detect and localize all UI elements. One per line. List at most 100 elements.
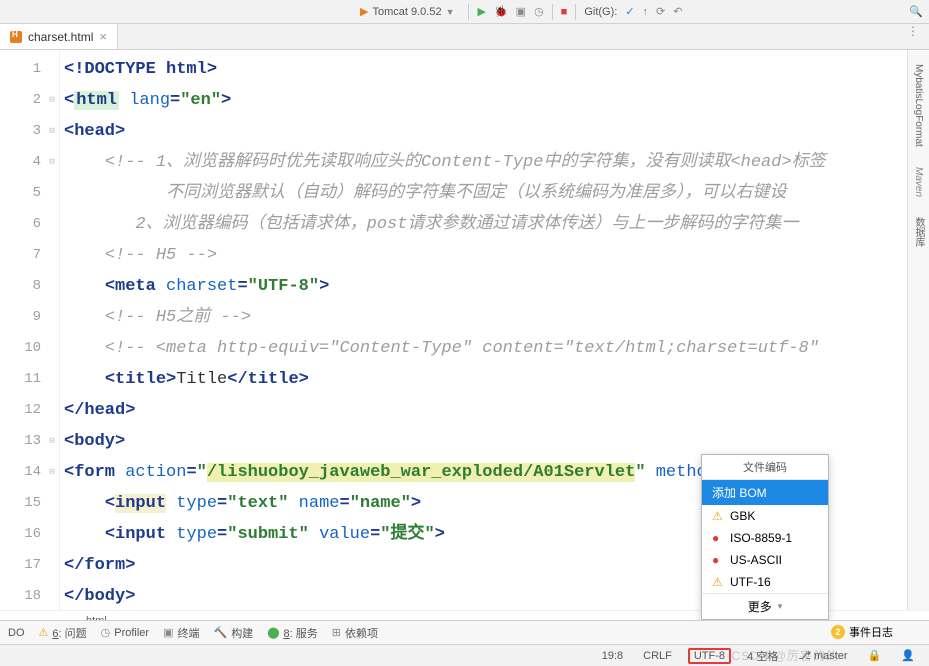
warning-icon: ⚠	[712, 575, 724, 589]
memory-icon[interactable]: 👤	[897, 649, 919, 662]
sidebar-item-maven[interactable]: Maven	[913, 161, 924, 203]
event-log-button[interactable]: 2 事件日志	[831, 624, 893, 640]
line-number: 4	[0, 147, 41, 178]
right-tool-sidebar: MybatisLogFormat Maven 数据库	[907, 50, 929, 610]
line-number: 6	[0, 209, 41, 240]
code-line: <input type="submit" value="提交">	[105, 525, 445, 544]
git-label: Git(G):	[584, 6, 617, 18]
sidebar-item-database[interactable]: 数据库	[911, 211, 926, 253]
code-line: <!-- H5之前 -->	[105, 308, 251, 327]
code-line: <!-- H5 -->	[105, 246, 217, 265]
git-rollback-icon[interactable]: ↶	[673, 5, 682, 18]
close-tab-icon[interactable]: ×	[99, 29, 107, 44]
code-line: <head>	[64, 122, 125, 141]
main-toolbar: ▶ Tomcat 9.0.52 ▼ ▶ 🐞 ▣ ◷ ■ Git(G): ✓ ↑ …	[0, 0, 929, 24]
popup-header: 文件编码	[702, 455, 828, 480]
popup-item-utf16[interactable]: ⚠ UTF-16	[702, 571, 828, 593]
profile-icon[interactable]: ◷	[534, 5, 544, 18]
warning-icon: ⚠	[712, 509, 724, 523]
file-encoding[interactable]: UTF-8	[688, 648, 731, 664]
server-dropdown[interactable]: ▶ Tomcat 9.0.52 ▼	[354, 5, 460, 18]
code-line: <form action="/lishuoboy_javaweb_war_exp…	[64, 463, 799, 482]
popup-item-ascii[interactable]: ● US-ASCII	[702, 549, 828, 571]
profiler-button[interactable]: ◷Profiler	[101, 626, 149, 639]
tab-menu-icon[interactable]: ⋮	[897, 24, 929, 49]
tab-charset-html[interactable]: charset.html ×	[0, 24, 118, 49]
code-line: <body>	[64, 432, 125, 451]
fold-toggle-icon[interactable]: ⊟	[47, 85, 57, 116]
line-gutter: 1 2 3 4 5 6 7 8 9 10 11 12 13 14 15 16 1…	[0, 50, 60, 610]
git-update-icon[interactable]: ✓	[625, 5, 634, 18]
debug-icon[interactable]: 🐞	[494, 5, 508, 18]
line-number: 3	[0, 116, 41, 147]
code-line: <!DOCTYPE html>	[64, 60, 217, 79]
code-line: </form>	[64, 556, 135, 575]
toolbar-separator	[575, 4, 576, 20]
indent-setting[interactable]: 4 空格	[743, 648, 782, 664]
line-number: 16	[0, 519, 41, 550]
editor-tabs: charset.html × ⋮	[0, 24, 929, 50]
popup-item-more[interactable]: 更多 ▾	[702, 593, 828, 619]
popup-item-iso[interactable]: ● ISO-8859-1	[702, 527, 828, 549]
tool-window-bar: DO ⚠ 6: 问题 ◷Profiler ▣终端 🔨构建 ⬤ 8: 服务 ⊞依赖…	[0, 620, 929, 644]
line-number: 11	[0, 364, 41, 395]
run-icon[interactable]: ▶	[477, 5, 485, 18]
stop-icon[interactable]: ■	[561, 6, 568, 18]
line-number: 18	[0, 581, 41, 612]
lock-icon[interactable]: 🔒	[864, 649, 886, 662]
line-number: 15	[0, 488, 41, 519]
popup-item-add-bom[interactable]: 添加 BOM	[702, 480, 828, 505]
code-line: <meta charset="UTF-8">	[105, 277, 329, 296]
line-number: 17	[0, 550, 41, 581]
server-label: Tomcat 9.0.52	[372, 6, 441, 18]
line-number: 7	[0, 240, 41, 271]
html-file-icon	[10, 31, 22, 43]
code-line: </body>	[64, 587, 135, 606]
todo-button[interactable]: DO	[8, 627, 25, 639]
fold-toggle-icon[interactable]: ⊟	[47, 116, 57, 147]
sidebar-item-mybatis[interactable]: MybatisLogFormat	[913, 58, 924, 153]
toolbar-separator	[552, 4, 553, 20]
build-button[interactable]: 🔨构建	[213, 625, 253, 641]
services-button[interactable]: ⬤ 8: 服务	[267, 625, 318, 641]
code-line: <title>Title</title>	[105, 370, 309, 389]
fold-toggle-icon[interactable]: ⊟	[47, 457, 57, 488]
line-number: 2	[0, 85, 41, 116]
code-line: <!-- 1、浏览器解码时优先读取响应头的Content-Type中的字符集，没…	[105, 153, 826, 172]
error-icon: ●	[712, 531, 724, 545]
popup-item-gbk[interactable]: ⚠ GBK	[702, 505, 828, 527]
git-history-icon[interactable]: ⟳	[656, 5, 665, 18]
code-line: <input type="text" name="name">	[105, 494, 421, 513]
branch-icon: ⎇	[798, 650, 811, 662]
dependencies-button[interactable]: ⊞依赖项	[332, 625, 378, 641]
tab-filename: charset.html	[28, 30, 93, 44]
terminal-button[interactable]: ▣终端	[163, 625, 199, 641]
toolbar-separator	[468, 4, 469, 20]
fold-toggle-icon[interactable]: ⊟	[47, 426, 57, 457]
fold-toggle-icon[interactable]: ⊟	[47, 147, 57, 178]
line-ending[interactable]: CRLF	[639, 650, 676, 662]
line-number: 9	[0, 302, 41, 333]
git-commit-icon[interactable]: ↑	[643, 6, 649, 18]
search-icon[interactable]: 🔍	[909, 5, 923, 18]
code-line: <html lang="en">	[64, 91, 231, 110]
code-line: 不同浏览器默认（自动）解码的字符集不固定（以系统编码为准居多），可以右键设	[105, 184, 787, 203]
coverage-icon[interactable]: ▣	[516, 5, 526, 18]
git-branch[interactable]: ⎇ master	[794, 649, 851, 662]
error-icon: ●	[712, 553, 724, 567]
code-line: <!-- <meta http-equiv="Content-Type" con…	[105, 339, 819, 358]
status-bar: 19:8 CRLF UTF-8 4 空格 ⎇ master 🔒 👤	[0, 644, 929, 666]
code-line: </head>	[64, 401, 135, 420]
line-number: 10	[0, 333, 41, 364]
line-number: 12	[0, 395, 41, 426]
encoding-popup: 文件编码 添加 BOM ⚠ GBK ● ISO-8859-1 ● US-ASCI…	[701, 454, 829, 620]
line-number: 1	[0, 54, 41, 85]
line-number: 13	[0, 426, 41, 457]
code-line: 2、浏览器编码（包括请求体，post请求参数通过请求体传送）与上一步解码的字符集…	[105, 215, 799, 234]
cursor-position[interactable]: 19:8	[598, 650, 627, 662]
line-number: 8	[0, 271, 41, 302]
line-number: 14	[0, 457, 41, 488]
problems-button[interactable]: ⚠ 6: 问题	[39, 625, 87, 641]
fold-column: ⊟ ⊟ ⊟ ⊟ ⊟	[47, 54, 57, 612]
event-count-badge: 2	[831, 625, 845, 639]
